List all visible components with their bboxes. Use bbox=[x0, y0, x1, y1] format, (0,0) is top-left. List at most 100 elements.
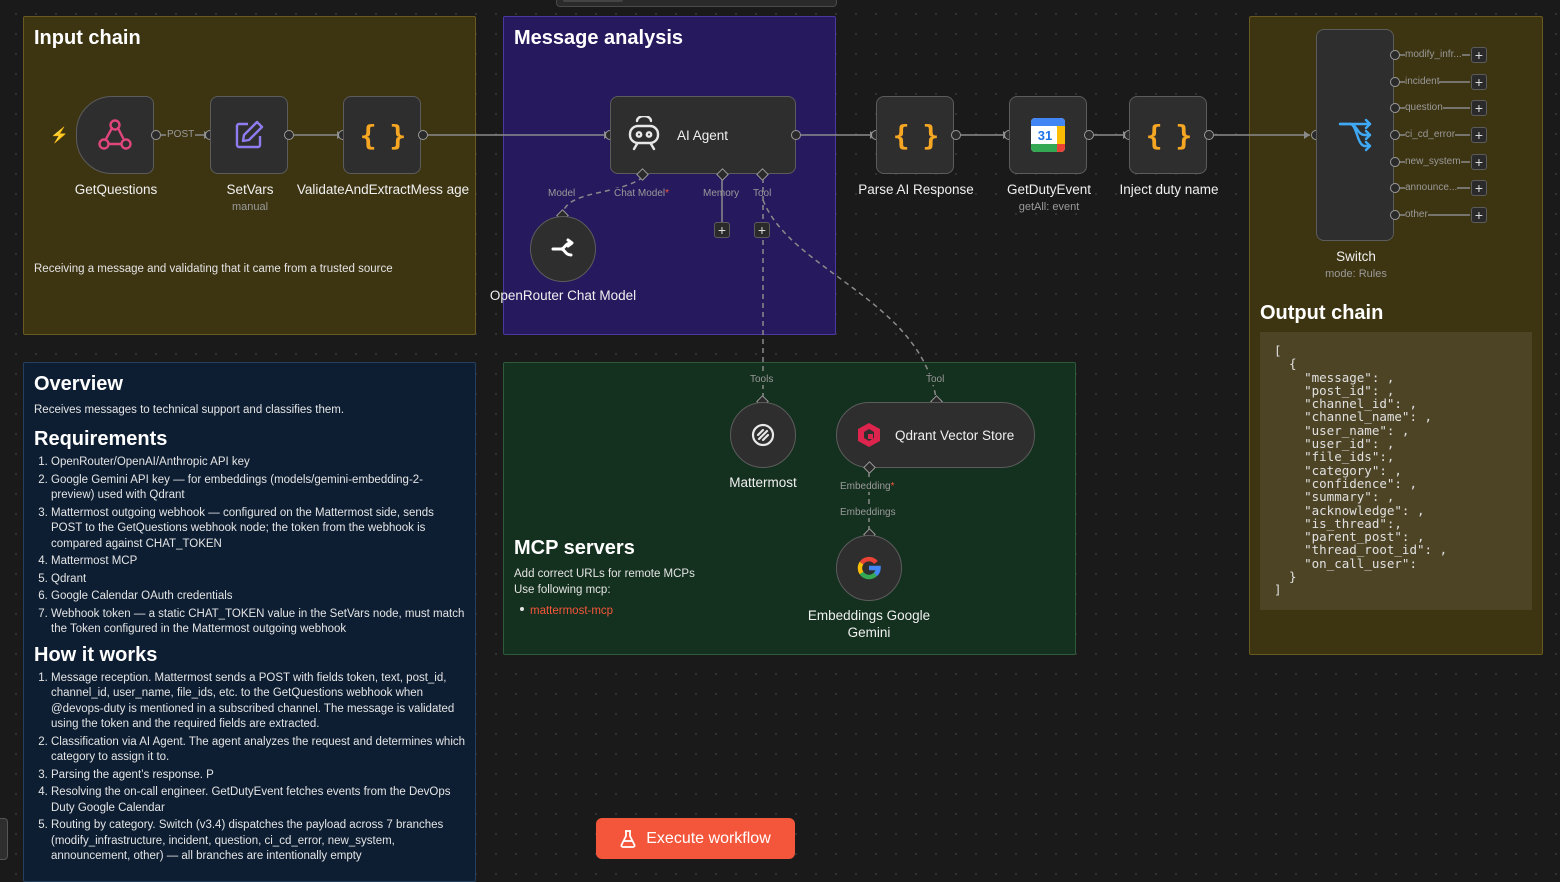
qdrant-port-label: Tool bbox=[926, 374, 945, 385]
ai-agent-node[interactable]: AI Agent bbox=[610, 96, 796, 174]
embeddings-port-label: Embeddings bbox=[840, 507, 896, 518]
switch-output-port[interactable] bbox=[1390, 77, 1400, 87]
how-item: Routing by category. Switch (v3.4) dispa… bbox=[51, 818, 466, 865]
mcp-servers-line2: Use following mcp: bbox=[514, 584, 611, 596]
get-questions-node[interactable] bbox=[76, 96, 154, 174]
switch-output-port[interactable] bbox=[1390, 157, 1400, 167]
how-item: Resolving the on-call engineer. GetDutyE… bbox=[51, 785, 466, 816]
embedding-port-label: Embedding* bbox=[840, 481, 895, 492]
mattermost-label: Mattermost bbox=[729, 475, 797, 490]
add-tool-button[interactable]: + bbox=[754, 222, 770, 238]
how-it-works-list: Message reception. Mattermost sends a PO… bbox=[34, 671, 466, 865]
set-vars-output-port[interactable] bbox=[284, 130, 294, 140]
switch-subtitle: mode: Rules bbox=[1325, 268, 1387, 280]
how-it-works-title: How it works bbox=[34, 643, 158, 666]
set-vars-subtitle: manual bbox=[231, 201, 269, 213]
requirement-item: Qdrant bbox=[51, 572, 466, 588]
google-calendar-icon: 31 bbox=[1031, 118, 1065, 152]
get-duty-output-port[interactable] bbox=[1084, 130, 1094, 140]
inject-duty-name-node[interactable]: { } bbox=[1129, 96, 1207, 174]
openrouter-node[interactable] bbox=[530, 216, 596, 282]
switch-output-port[interactable] bbox=[1390, 50, 1400, 60]
how-item: Message reception. Mattermost sends a PO… bbox=[51, 671, 466, 733]
input-chain-title: Input chain bbox=[34, 27, 141, 49]
execute-workflow-label: Execute workflow bbox=[646, 829, 771, 847]
add-memory-button[interactable]: + bbox=[714, 222, 730, 238]
switch-add-button[interactable]: + bbox=[1471, 127, 1487, 143]
get-questions-output-port[interactable] bbox=[151, 130, 161, 140]
switch-add-button[interactable]: + bbox=[1471, 100, 1487, 116]
switch-node[interactable] bbox=[1316, 29, 1394, 241]
output-chain-code-block: [ { "message": , "post_id": , "channel_i… bbox=[1260, 332, 1532, 610]
code-braces-icon: { } bbox=[359, 118, 407, 152]
switch-label: Switch bbox=[1336, 249, 1376, 264]
switch-output-port[interactable] bbox=[1390, 103, 1400, 113]
mattermost-node[interactable] bbox=[730, 402, 796, 468]
mcp-servers-title: MCP servers bbox=[514, 537, 635, 559]
validate-label: ValidateAndExtractMess age bbox=[296, 182, 470, 197]
switch-add-button[interactable]: + bbox=[1471, 207, 1487, 223]
input-chain-text: Receiving a message and validating that … bbox=[34, 263, 393, 275]
set-vars-node[interactable] bbox=[210, 96, 288, 174]
parse-output-port[interactable] bbox=[951, 130, 961, 140]
left-edge-panel-handle[interactable] bbox=[0, 818, 8, 860]
requirements-list: OpenRouter/OpenAI/Anthropic API key Goog… bbox=[34, 455, 466, 638]
requirement-item: Mattermost outgoing webhook — configured… bbox=[51, 506, 466, 553]
switch-output-port[interactable] bbox=[1390, 183, 1400, 193]
switch-add-button[interactable]: + bbox=[1471, 154, 1487, 170]
qdrant-icon bbox=[858, 423, 880, 447]
calendar-day: 31 bbox=[1037, 128, 1053, 143]
openrouter-label: OpenRouter Chat Model bbox=[489, 288, 637, 303]
switch-add-button[interactable]: + bbox=[1471, 180, 1487, 196]
message-analysis-title: Message analysis bbox=[514, 27, 683, 49]
overview-text: Receives messages to technical support a… bbox=[34, 404, 345, 416]
switch-output-label: new_system bbox=[1405, 156, 1461, 167]
robot-icon bbox=[628, 116, 660, 151]
switch-output-label: ci_cd_error bbox=[1405, 129, 1456, 140]
chat-model-port-label: Chat Model* bbox=[613, 188, 671, 199]
inject-output-port[interactable] bbox=[1204, 130, 1214, 140]
execute-workflow-button[interactable]: Execute workflow bbox=[596, 818, 795, 859]
parse-ai-response-node[interactable]: { } bbox=[876, 96, 954, 174]
overview-title: Overview bbox=[34, 373, 123, 395]
gemini-label: Embeddings Google Gemini bbox=[807, 608, 931, 640]
validate-node[interactable]: { } bbox=[343, 96, 421, 174]
ai-agent-output-port[interactable] bbox=[791, 130, 801, 140]
overview-note: Overview Receives messages to technical … bbox=[23, 362, 476, 882]
requirement-item: Webhook token — a static CHAT_TOKEN valu… bbox=[51, 607, 466, 638]
output-json-code: [ { "message": , "post_id": , "channel_i… bbox=[1274, 343, 1448, 598]
mattermost-icon bbox=[751, 423, 775, 447]
google-g-icon bbox=[857, 556, 881, 580]
switch-output-label: announce... bbox=[1405, 182, 1458, 193]
switch-add-button[interactable]: + bbox=[1471, 47, 1487, 63]
requirement-item: Google Gemini API key — for embeddings (… bbox=[51, 473, 466, 504]
get-duty-subtitle: getAll: event bbox=[1018, 201, 1080, 213]
output-chain-title: Output chain bbox=[1260, 302, 1384, 324]
switch-output-label: incident bbox=[1405, 76, 1440, 87]
qdrant-label: Qdrant Vector Store bbox=[895, 427, 1015, 443]
mattermost-mcp-link[interactable]: mattermost-mcp bbox=[530, 605, 613, 617]
switch-output-label: modify_infr... bbox=[1405, 49, 1462, 60]
validate-output-port[interactable] bbox=[418, 130, 428, 140]
switch-output-port[interactable] bbox=[1390, 210, 1400, 220]
how-item: Parsing the agent’s response. P bbox=[51, 768, 466, 784]
mcp-bullet bbox=[520, 607, 524, 611]
switch-output-label: question bbox=[1405, 102, 1443, 113]
tool-port-label: Tool bbox=[753, 188, 772, 199]
switch-output-label: other bbox=[1405, 209, 1428, 220]
requirements-title: Requirements bbox=[34, 428, 168, 450]
get-duty-event-node[interactable]: 31 bbox=[1009, 96, 1087, 174]
openrouter-icon bbox=[551, 238, 574, 257]
edit-pencil-icon bbox=[235, 120, 264, 149]
switch-add-button[interactable]: + bbox=[1471, 74, 1487, 90]
input-chain-note: Input chain Receiving a message and vali… bbox=[23, 16, 476, 335]
inject-label: Inject duty name bbox=[1119, 182, 1219, 197]
embeddings-gemini-node[interactable] bbox=[836, 535, 902, 601]
top-tab-highlight bbox=[563, 0, 623, 2]
switch-output-port[interactable] bbox=[1390, 130, 1400, 140]
how-item: Classification via AI Agent. The agent a… bbox=[51, 735, 466, 766]
webhook-icon bbox=[98, 119, 132, 150]
model-port-label: Model bbox=[548, 188, 576, 199]
qdrant-vector-store-node[interactable]: Qdrant Vector Store bbox=[836, 402, 1035, 468]
requirement-item: Google Calendar OAuth credentials bbox=[51, 589, 466, 605]
